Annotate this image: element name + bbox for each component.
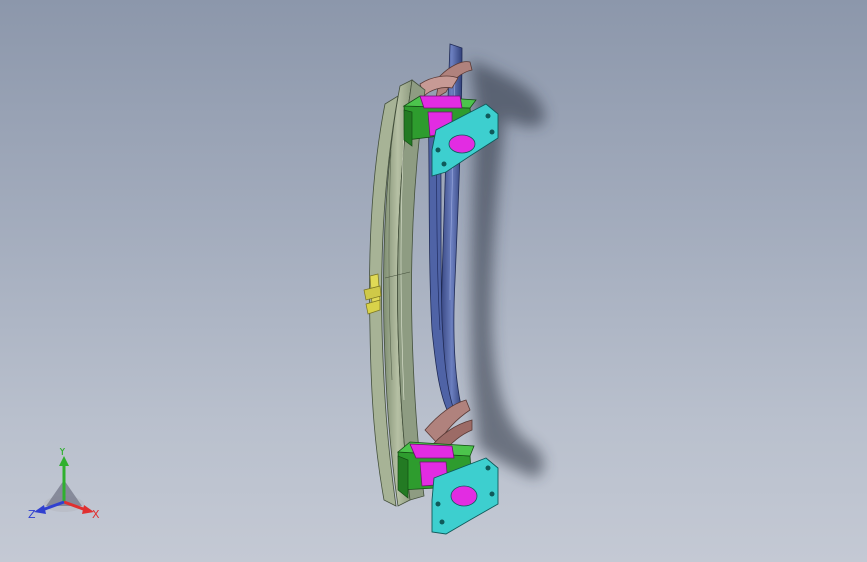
cad-model[interactable] [0, 0, 867, 562]
x-axis-label: X [92, 508, 100, 521]
upper-bracket [419, 61, 473, 99]
reference-triad[interactable]: Y X Z [24, 448, 106, 524]
graphics-viewport[interactable]: Y X Z [0, 0, 867, 562]
tow-hook-clip [363, 273, 382, 315]
y-axis-label: Y [58, 448, 66, 458]
z-axis-arrow [34, 505, 46, 514]
z-axis-label: Z [28, 508, 36, 521]
